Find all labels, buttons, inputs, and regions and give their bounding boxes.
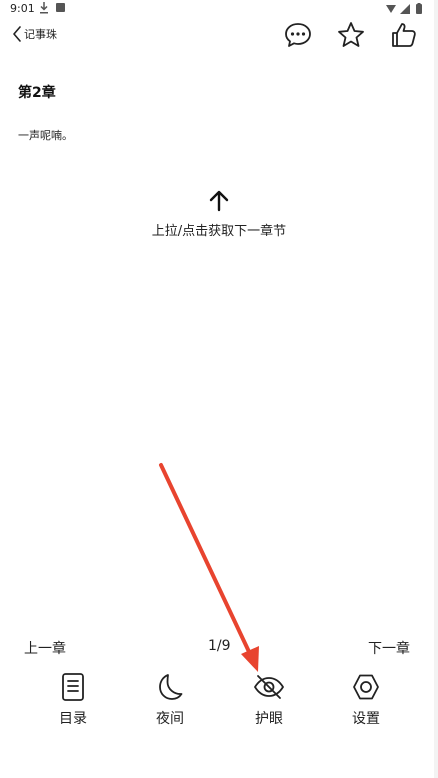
star-icon[interactable] (336, 20, 366, 50)
load-next-chapter-hint[interactable]: 上拉/点击获取下一章节 (0, 190, 434, 239)
chevron-left-icon (13, 26, 21, 42)
settings-label: 设置 (352, 711, 380, 727)
page-indicator: 1/9 (208, 638, 231, 654)
eye-care-label: 护眼 (255, 711, 283, 727)
signal-battery-icons (386, 3, 422, 14)
annotation-arrow (159, 463, 259, 672)
comment-icon[interactable] (283, 20, 313, 50)
back-label: 记事珠 (24, 28, 57, 41)
reader-header: 记事珠 (0, 18, 434, 62)
chapter-text: 一声呢喃。 (18, 129, 73, 142)
toc-button[interactable]: 目录 (38, 672, 108, 728)
night-mode-button[interactable]: 夜间 (135, 672, 205, 728)
prev-chapter-button[interactable]: 上一章 (24, 638, 66, 658)
night-mode-label: 夜间 (156, 711, 184, 727)
chapter-title: 第2章 (18, 85, 56, 101)
toc-label: 目录 (59, 711, 87, 727)
status-bar: 9:01 (0, 0, 434, 18)
settings-button[interactable]: 设置 (331, 672, 401, 728)
moon-icon (159, 674, 183, 700)
status-time: 9:01 (10, 2, 35, 15)
reader-screen: 9:01 记事珠 第2章 一声呢喃。 上拉/点击获取下一章节 上一章 1/9 下… (0, 0, 434, 778)
back-button[interactable]: 记事珠 (12, 24, 57, 44)
arrow-up-icon (209, 190, 229, 212)
hexagon-settings-icon (353, 674, 379, 700)
load-next-chapter-label: 上拉/点击获取下一章节 (151, 224, 287, 239)
thumbs-up-icon[interactable] (389, 20, 419, 50)
notification-icon (56, 3, 65, 12)
download-icon (40, 2, 48, 14)
next-chapter-button[interactable]: 下一章 (368, 638, 410, 658)
eye-off-icon (254, 675, 284, 699)
toc-icon (62, 673, 84, 701)
eye-care-button[interactable]: 护眼 (234, 672, 304, 728)
